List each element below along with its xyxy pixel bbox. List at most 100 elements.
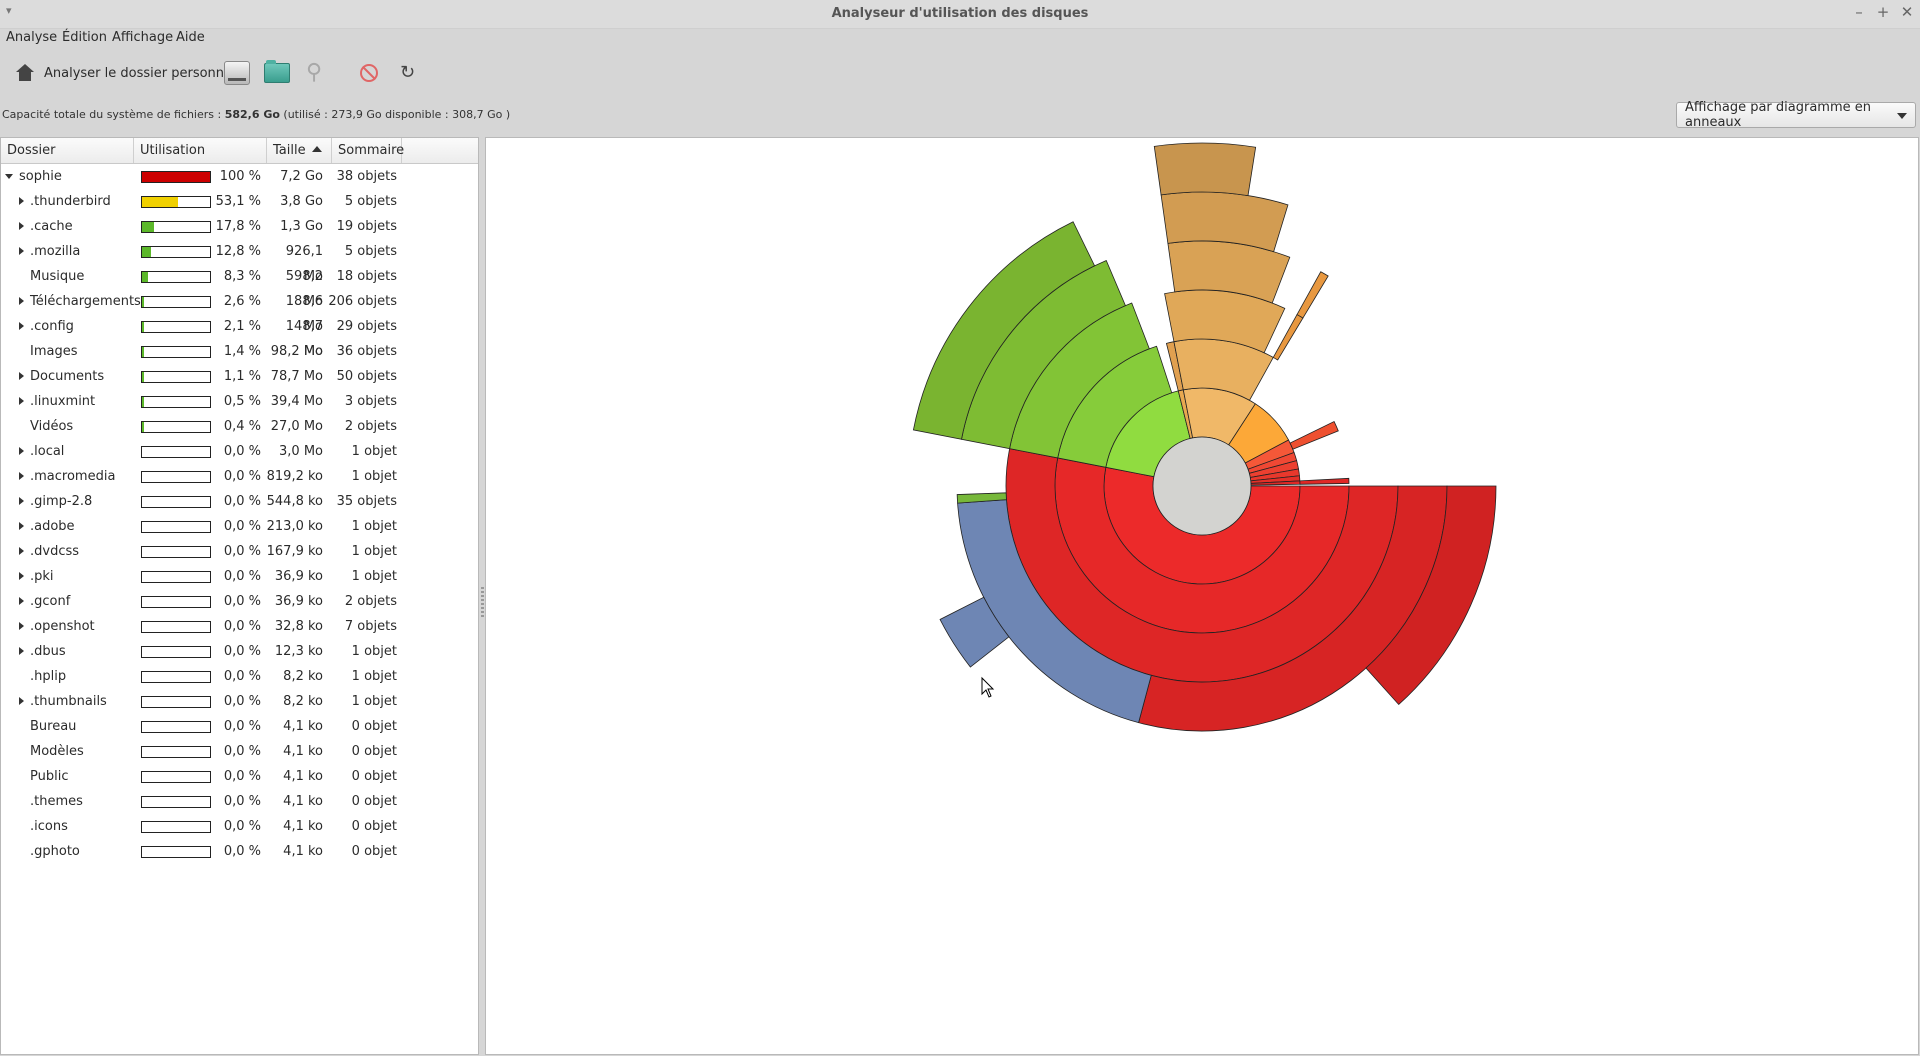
toolbar: Analyser le dossier personnel ⚲ ↻ bbox=[0, 56, 1920, 90]
item-count: 3 objets bbox=[344, 394, 397, 409]
usage-percent: 0,0 % bbox=[223, 469, 261, 484]
expander-closed-icon[interactable] bbox=[19, 372, 24, 380]
scan-folder-button[interactable] bbox=[264, 60, 290, 86]
link-icon: ⚲ bbox=[306, 60, 323, 85]
item-count: 0 objet bbox=[351, 769, 397, 784]
expander-closed-icon[interactable] bbox=[19, 622, 24, 630]
expander-closed-icon[interactable] bbox=[19, 197, 24, 205]
table-row[interactable]: .local 0,0 % 3,0 Mo 1 objet bbox=[1, 439, 478, 464]
table-row[interactable]: Vidéos 0,4 % 27,0 Mo 2 objets bbox=[1, 414, 478, 439]
folder-size: 36,9 ko bbox=[274, 569, 323, 584]
expander-closed-icon[interactable] bbox=[19, 522, 24, 530]
table-row[interactable]: .config 2,1 % 148,7 Mo 29 objets bbox=[1, 314, 478, 359]
usage-bar-fill bbox=[142, 272, 148, 282]
table-row[interactable]: .pki 0,0 % 36,9 ko 1 objet bbox=[1, 564, 478, 589]
usage-bar bbox=[141, 196, 211, 208]
table-row[interactable]: .thunderbird 53,1 % 3,8 Go 5 objets bbox=[1, 189, 478, 214]
expander-closed-icon[interactable] bbox=[19, 697, 24, 705]
table-row[interactable]: .adobe 0,0 % 213,0 ko 1 objet bbox=[1, 514, 478, 539]
title-bar: ▾ Analyseur d'utilisation des disques – … bbox=[0, 0, 1920, 29]
scan-home-button[interactable]: Analyser le dossier personnel bbox=[16, 60, 236, 86]
column-summary[interactable]: Sommaire bbox=[332, 138, 404, 163]
table-row[interactable]: .gconf 0,0 % 36,9 ko 2 objets bbox=[1, 589, 478, 614]
maximize-icon[interactable]: + bbox=[1874, 3, 1892, 21]
expander-closed-icon[interactable] bbox=[19, 322, 24, 330]
table-row[interactable]: .hplip 0,0 % 8,2 ko 1 objet bbox=[1, 664, 478, 689]
table-row[interactable]: .icons 0,0 % 4,1 ko 0 objet bbox=[1, 814, 478, 839]
menu-affichage[interactable]: Affichage bbox=[112, 30, 173, 45]
folder-name: .dvdcss bbox=[30, 544, 80, 559]
table-row[interactable]: .gimp-2.8 0,0 % 544,8 ko 35 objets bbox=[1, 489, 478, 514]
menu-analyse[interactable]: Analyse bbox=[6, 30, 57, 45]
table-row[interactable]: .macromedia 0,0 % 819,2 ko 1 objet bbox=[1, 464, 478, 489]
refresh-button[interactable]: ↻ bbox=[400, 60, 415, 86]
folder-name: .dbus bbox=[30, 644, 66, 659]
scan-remote-button[interactable]: ⚲ bbox=[306, 60, 322, 86]
folder-size: 98,2 Mo bbox=[270, 344, 323, 359]
folder-name: .hplip bbox=[30, 669, 67, 684]
ring-segment[interactable] bbox=[1299, 477, 1350, 485]
column-folder[interactable]: Dossier bbox=[1, 138, 134, 163]
usage-bar bbox=[141, 446, 211, 458]
ring-chart[interactable] bbox=[486, 138, 1918, 1054]
folder-name: Modèles bbox=[30, 744, 84, 759]
table-row[interactable]: sophie 100 % 7,2 Go 38 objets bbox=[1, 164, 478, 189]
usage-percent: 17,8 % bbox=[215, 219, 261, 234]
usage-bar bbox=[141, 496, 211, 508]
table-row[interactable]: .mozilla 12,8 % 926,1 Mo 5 objets bbox=[1, 239, 478, 284]
menu-edition[interactable]: Édition bbox=[62, 30, 107, 45]
column-size[interactable]: Taille bbox=[267, 138, 332, 163]
table-row[interactable]: Images 1,4 % 98,2 Mo 36 objets bbox=[1, 339, 478, 364]
ring-segment[interactable] bbox=[1296, 271, 1329, 319]
table-row[interactable]: .themes 0,0 % 4,1 ko 0 objet bbox=[1, 789, 478, 814]
expander-closed-icon[interactable] bbox=[19, 497, 24, 505]
table-row[interactable]: Documents 1,1 % 78,7 Mo 50 objets bbox=[1, 364, 478, 389]
ring-center[interactable] bbox=[1152, 436, 1252, 536]
table-row[interactable]: .dvdcss 0,0 % 167,9 ko 1 objet bbox=[1, 539, 478, 564]
stop-button[interactable] bbox=[360, 60, 378, 86]
table-row[interactable]: Public 0,0 % 4,1 ko 0 objet bbox=[1, 764, 478, 789]
expander-closed-icon[interactable] bbox=[19, 297, 24, 305]
table-row[interactable]: .dbus 0,0 % 12,3 ko 1 objet bbox=[1, 639, 478, 664]
expander-closed-icon[interactable] bbox=[19, 472, 24, 480]
usage-bar bbox=[141, 846, 211, 858]
expander-closed-icon[interactable] bbox=[19, 247, 24, 255]
scan-filesystem-button[interactable] bbox=[224, 60, 250, 86]
column-usage[interactable]: Utilisation bbox=[134, 138, 267, 163]
expander-closed-icon[interactable] bbox=[19, 447, 24, 455]
menu-aide[interactable]: Aide bbox=[176, 30, 205, 45]
table-row[interactable]: .gphoto 0,0 % 4,1 ko 0 objet bbox=[1, 839, 478, 864]
expander-closed-icon[interactable] bbox=[19, 572, 24, 580]
usage-percent: 0,0 % bbox=[223, 794, 261, 809]
folder-name: sophie bbox=[19, 169, 62, 184]
folder-size: 213,0 ko bbox=[266, 519, 323, 534]
expander-closed-icon[interactable] bbox=[19, 647, 24, 655]
table-row[interactable]: .linuxmint 0,5 % 39,4 Mo 3 objets bbox=[1, 389, 478, 414]
usage-percent: 0,0 % bbox=[223, 719, 261, 734]
table-row[interactable]: Musique 8,3 % 598,2 Mo 18 objets bbox=[1, 264, 478, 309]
view-mode-dropdown[interactable]: Affichage par diagramme en anneaux bbox=[1676, 100, 1916, 130]
ring-segment[interactable] bbox=[1289, 421, 1339, 450]
folder-size: 167,9 ko bbox=[266, 544, 323, 559]
table-row[interactable]: Téléchargements 2,6 % 188,6 Mo 206 objets bbox=[1, 289, 478, 334]
folder-name: .thunderbird bbox=[30, 194, 111, 209]
table-row[interactable]: .cache 17,8 % 1,3 Go 19 objets bbox=[1, 214, 478, 239]
expander-closed-icon[interactable] bbox=[19, 547, 24, 555]
expander-closed-icon[interactable] bbox=[19, 222, 24, 230]
table-row[interactable]: Modèles 0,0 % 4,1 ko 0 objet bbox=[1, 739, 478, 764]
item-count: 1 objet bbox=[351, 469, 397, 484]
close-icon[interactable]: ✕ bbox=[1898, 3, 1916, 21]
expander-closed-icon[interactable] bbox=[19, 597, 24, 605]
minimize-icon[interactable]: – bbox=[1850, 3, 1868, 21]
table-row[interactable]: .thumbnails 0,0 % 8,2 ko 1 objet bbox=[1, 689, 478, 714]
folder-size: 27,0 Mo bbox=[270, 419, 323, 434]
ring-segment[interactable] bbox=[1153, 142, 1257, 197]
grip-icon bbox=[481, 587, 484, 617]
expander-open-icon[interactable] bbox=[5, 174, 13, 179]
table-row[interactable]: Bureau 0,0 % 4,1 ko 0 objet bbox=[1, 714, 478, 739]
table-row[interactable]: .openshot 0,0 % 32,8 ko 7 objets bbox=[1, 614, 478, 639]
expander-closed-icon[interactable] bbox=[19, 397, 24, 405]
usage-percent: 1,4 % bbox=[223, 344, 261, 359]
item-count: 0 objet bbox=[351, 744, 397, 759]
mouse-cursor-icon bbox=[981, 676, 995, 698]
